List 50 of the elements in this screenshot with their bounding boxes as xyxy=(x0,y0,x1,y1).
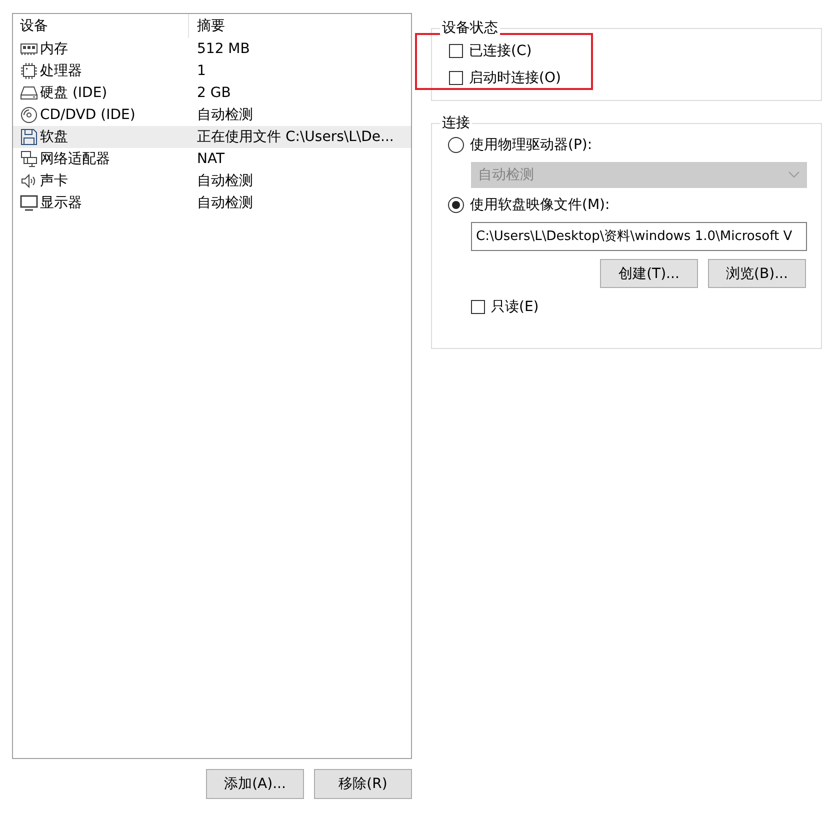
device-row[interactable]: 软盘 正在使用文件 C:\Users\L\De... xyxy=(13,126,411,148)
chevron-icon xyxy=(788,171,800,179)
checkbox-label: 启动时连接(O) xyxy=(469,69,561,87)
disc-icon xyxy=(20,106,38,124)
device-name: 软盘 xyxy=(40,128,68,146)
device-row[interactable]: 硬盘 (IDE) 2 GB xyxy=(13,82,411,104)
checkbox-label: 已连接(C) xyxy=(469,42,532,60)
device-name: 声卡 xyxy=(40,172,68,190)
device-name: 网络适配器 xyxy=(40,150,110,168)
list-action-button[interactable]: 添加(A)... xyxy=(206,769,304,799)
device-name: 处理器 xyxy=(40,62,82,80)
speaker-icon xyxy=(20,172,38,190)
device-summary: 正在使用文件 C:\Users\L\De... xyxy=(196,128,394,146)
device-row[interactable]: 处理器 1 xyxy=(13,60,411,82)
column-header[interactable]: 设备 xyxy=(13,14,189,38)
radio-button[interactable] xyxy=(448,137,464,153)
device-summary: 自动检测 xyxy=(196,172,253,190)
image-action-button[interactable]: 浏览(B)... xyxy=(708,259,806,288)
device-row[interactable]: 声卡 自动检测 xyxy=(13,170,411,192)
checkbox[interactable] xyxy=(449,44,463,58)
radio-label: 使用软盘映像文件(M): xyxy=(470,196,610,214)
device-summary: 2 GB xyxy=(196,85,231,101)
device-name: CD/DVD (IDE) xyxy=(40,107,136,123)
checkbox[interactable] xyxy=(449,71,463,85)
image-path-field[interactable]: C:\Users\L\Desktop\资料\windows 1.0\Microsoft V xyxy=(471,222,807,251)
device-row[interactable]: CD/DVD (IDE) 自动检测 xyxy=(13,104,411,126)
radio-label: 使用物理驱动器(P): xyxy=(470,136,592,154)
device-name: 显示器 xyxy=(40,194,82,212)
disk-drive-icon xyxy=(20,84,38,102)
device-summary: NAT xyxy=(196,151,225,167)
device-summary: 自动检测 xyxy=(196,106,253,124)
device-name: 内存 xyxy=(40,40,68,58)
floppy-icon xyxy=(20,128,38,146)
monitor-icon xyxy=(20,194,38,212)
checkbox[interactable] xyxy=(471,300,485,314)
network-icon xyxy=(20,150,38,168)
device-name: 硬盘 (IDE) xyxy=(40,84,108,102)
image-action-button[interactable]: 创建(T)... xyxy=(600,259,698,288)
group-title: 设备状态 xyxy=(440,18,500,38)
chip-icon xyxy=(20,62,38,80)
device-row[interactable]: 显示器 自动检测 xyxy=(13,192,411,214)
device-summary: 自动检测 xyxy=(196,194,253,212)
list-action-button[interactable]: 移除(R) xyxy=(314,769,412,799)
checkbox-label: 只读(E) xyxy=(491,298,539,316)
device-summary: 1 xyxy=(196,63,206,79)
device-row[interactable]: 网络适配器 NAT xyxy=(13,148,411,170)
column-header[interactable]: 摘要 xyxy=(189,14,225,38)
device-summary: 512 MB xyxy=(196,41,250,57)
radio-button[interactable] xyxy=(448,197,464,213)
device-row[interactable]: 内存 512 MB xyxy=(13,38,411,60)
